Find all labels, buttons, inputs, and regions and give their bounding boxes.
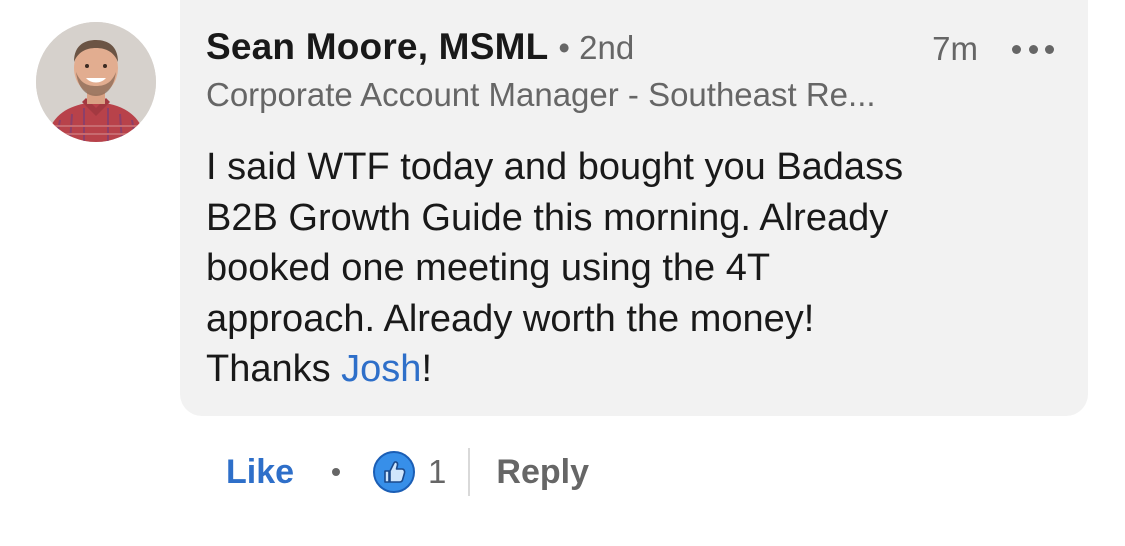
connection-degree: • 2nd — [558, 29, 635, 66]
comment-timestamp: 7m — [932, 30, 978, 67]
more-dot — [1045, 44, 1054, 54]
more-options-icon[interactable] — [1012, 34, 1054, 64]
comment-text-suffix: ! — [421, 348, 433, 390]
comment-text: I said WTF today and bought you Badass B… — [206, 142, 1026, 395]
comment-actions: Like 1 Reply — [226, 446, 589, 498]
comment-line: I said WTF today and bought you Badass — [206, 146, 904, 188]
comment-line: booked one meeting using the 4T — [206, 247, 771, 289]
avatar-photo — [36, 22, 156, 142]
author-row: Sean Moore, MSML • 2nd — [206, 26, 634, 72]
more-dot — [1028, 44, 1038, 54]
more-dot — [1012, 44, 1021, 54]
author-name[interactable]: Sean Moore, MSML — [206, 26, 548, 68]
comment-line: B2B Growth Guide this morning. Already — [206, 196, 889, 239]
action-divider — [468, 448, 471, 496]
thumbs-up-icon[interactable] — [372, 450, 416, 494]
author-headline: Corporate Account Manager - Southeast Re… — [206, 76, 876, 113]
mention-link[interactable]: Josh — [341, 348, 421, 390]
reaction-count[interactable]: 1 — [428, 453, 446, 491]
reply-button[interactable]: Reply — [496, 453, 589, 492]
comment-line: Thanks Josh! — [206, 344, 1026, 395]
comment-bubble: Sean Moore, MSML • 2nd 7m Corporate Acco… — [180, 0, 1088, 416]
comment-line: approach. Already worth the money! — [206, 297, 815, 340]
separator-dot — [332, 468, 341, 476]
comment-text-prefix: Thanks — [206, 348, 342, 390]
like-button[interactable]: Like — [226, 453, 294, 492]
author-avatar[interactable] — [36, 22, 156, 142]
